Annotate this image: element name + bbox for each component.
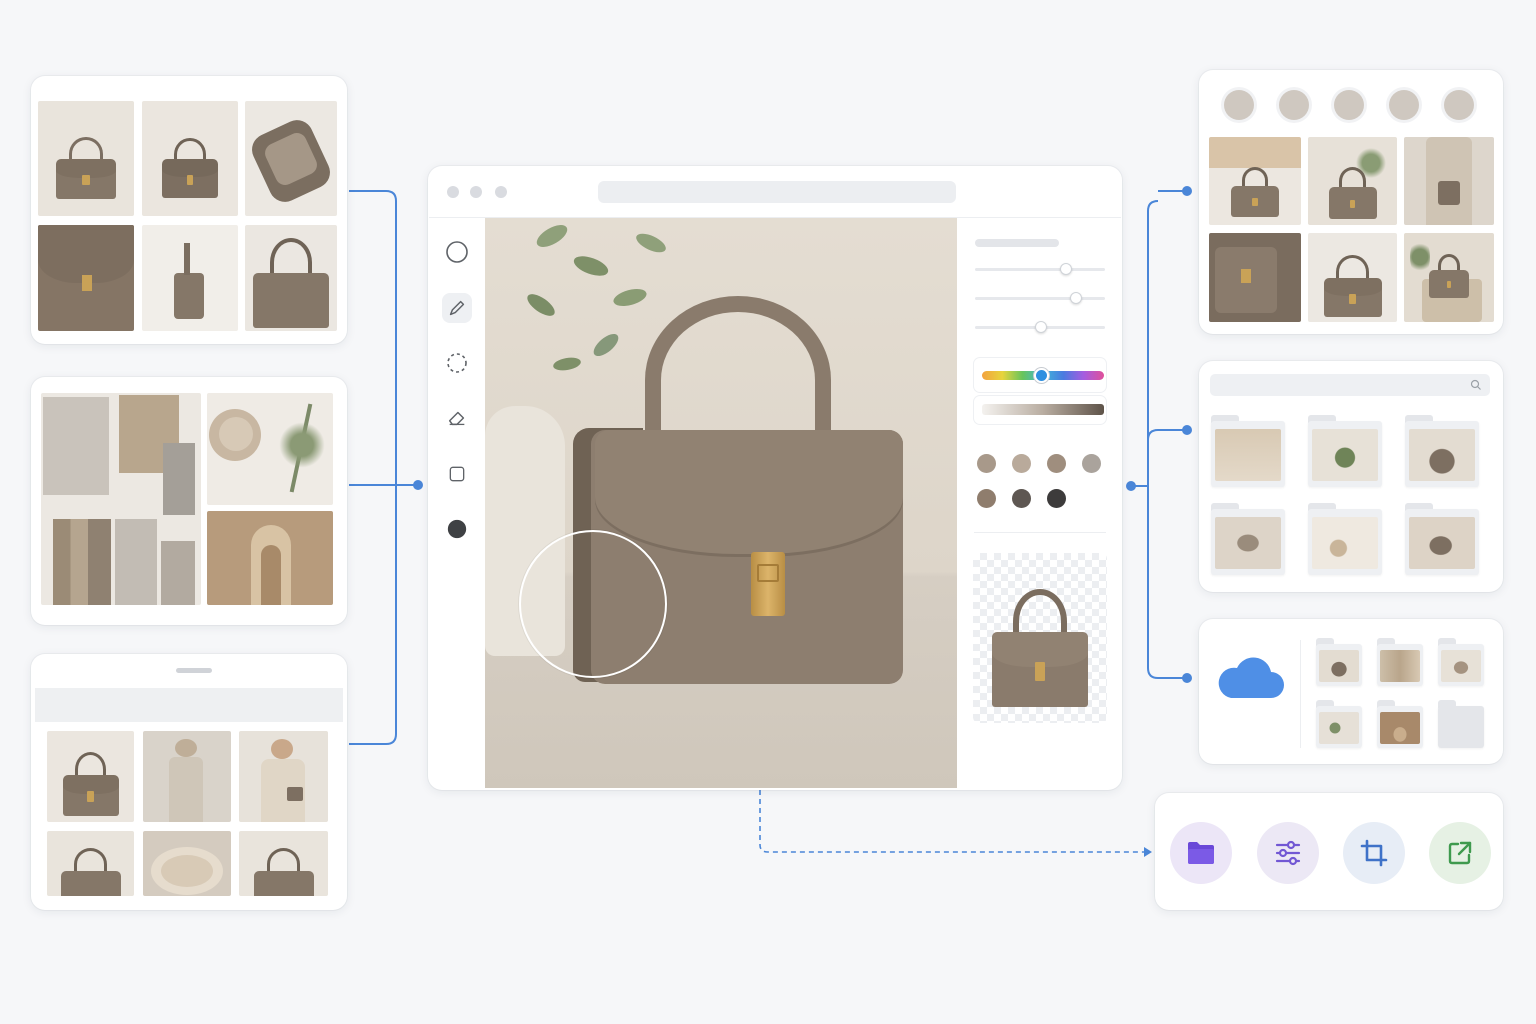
bag-clasp — [751, 552, 785, 616]
slider-knob[interactable] — [1070, 292, 1082, 304]
adjust-slider-2[interactable] — [975, 297, 1105, 300]
fill-icon — [447, 519, 467, 539]
bag-flap — [595, 430, 903, 554]
mood-board-tile — [207, 393, 333, 505]
lookbook-thumbnail[interactable] — [143, 731, 231, 822]
panel-heading-bar — [975, 239, 1059, 247]
search-icon — [1470, 379, 1481, 390]
cloud-icon — [1218, 657, 1284, 698]
panel-divider — [974, 532, 1106, 533]
asset-search-field[interactable] — [1210, 374, 1490, 396]
lookbook-thumbnail[interactable] — [47, 731, 134, 822]
fill-tool[interactable] — [442, 514, 472, 544]
window-dot[interactable] — [495, 186, 507, 198]
variation-thumbnail[interactable] — [1209, 137, 1301, 225]
mood-board-tile — [41, 393, 201, 605]
asset-folder[interactable] — [1211, 415, 1285, 487]
cloud-folder[interactable] — [1377, 700, 1423, 748]
export-step[interactable] — [1429, 822, 1491, 884]
cloud-folder[interactable] — [1438, 638, 1484, 686]
window-dot[interactable] — [470, 186, 482, 198]
brush-tool[interactable] — [442, 293, 472, 323]
rectangle-icon — [449, 466, 465, 482]
variation-thumbnail[interactable] — [1404, 233, 1494, 322]
asset-folder[interactable] — [1405, 503, 1479, 575]
asset-folder[interactable] — [1308, 415, 1382, 487]
adjust-step[interactable] — [1257, 822, 1319, 884]
circle-select-icon — [446, 241, 468, 263]
cloud-folder[interactable] — [1438, 700, 1484, 748]
product-thumbnail[interactable] — [245, 225, 337, 331]
circle-select-tool[interactable] — [442, 237, 472, 267]
palette-swatch[interactable] — [1012, 489, 1031, 508]
brush-icon — [449, 300, 465, 316]
palette-swatch[interactable] — [977, 454, 996, 473]
lookbook-thumbnail[interactable] — [143, 831, 231, 896]
variation-dot[interactable] — [1279, 90, 1309, 120]
editor-canvas[interactable] — [485, 218, 957, 788]
sliders-icon — [1275, 840, 1301, 866]
folder-icon — [1188, 842, 1214, 864]
variation-thumbnail[interactable] — [1308, 233, 1397, 322]
variation-thumbnail[interactable] — [1308, 137, 1397, 225]
cloud-folder[interactable] — [1377, 638, 1423, 686]
asset-folder[interactable] — [1211, 503, 1285, 575]
variation-thumbnail[interactable] — [1209, 233, 1301, 322]
asset-folder[interactable] — [1308, 503, 1382, 575]
variation-dot[interactable] — [1444, 90, 1474, 120]
lookbook-thumbnail[interactable] — [239, 731, 328, 822]
tone-slider[interactable] — [982, 404, 1104, 415]
lookbook-handle — [176, 668, 212, 673]
product-thumbnail[interactable] — [142, 101, 238, 216]
palette-swatch[interactable] — [977, 489, 996, 508]
product-thumbnail[interactable] — [245, 101, 337, 216]
slider-knob[interactable] — [1035, 321, 1047, 333]
cutout-preview[interactable] — [973, 553, 1107, 723]
rectangle-tool[interactable] — [442, 459, 472, 489]
lasso-icon — [447, 353, 467, 373]
hue-knob[interactable] — [1034, 368, 1049, 383]
palette-swatch[interactable] — [1047, 489, 1066, 508]
cutout-bag — [992, 589, 1088, 708]
lookbook-thumbnail[interactable] — [239, 831, 328, 896]
variation-dot[interactable] — [1389, 90, 1419, 120]
product-thumbnail[interactable] — [38, 101, 134, 216]
palette-swatch[interactable] — [1082, 454, 1101, 473]
brush-selection-ring[interactable] — [519, 530, 667, 678]
lasso-tool[interactable] — [442, 348, 472, 378]
bag-clasp-plate — [757, 564, 779, 582]
cloud-folder[interactable] — [1316, 700, 1362, 748]
eraser-tool[interactable] — [442, 403, 472, 433]
mood-board-tile — [207, 511, 333, 605]
cloud-divider — [1300, 640, 1301, 748]
slider-knob[interactable] — [1060, 263, 1072, 275]
variation-dot[interactable] — [1334, 90, 1364, 120]
window-dot[interactable] — [447, 186, 459, 198]
lookbook-header-bar — [35, 688, 343, 722]
cloud-folder[interactable] — [1316, 638, 1362, 686]
palette-swatch[interactable] — [1047, 454, 1066, 473]
variation-thumbnail[interactable] — [1404, 137, 1494, 225]
adjust-slider-1[interactable] — [975, 268, 1105, 271]
asset-folder[interactable] — [1405, 415, 1479, 487]
crop-icon — [1360, 839, 1388, 867]
crop-step[interactable] — [1343, 822, 1405, 884]
variation-dot[interactable] — [1224, 90, 1254, 120]
import-step[interactable] — [1170, 822, 1232, 884]
lookbook-thumbnail[interactable] — [47, 831, 134, 896]
eraser-icon — [448, 411, 465, 426]
product-thumbnail[interactable] — [142, 225, 238, 331]
product-thumbnail[interactable] — [38, 225, 134, 331]
palette-swatch[interactable] — [1012, 454, 1031, 473]
address-bar[interactable] — [598, 181, 956, 203]
export-icon — [1448, 841, 1472, 865]
